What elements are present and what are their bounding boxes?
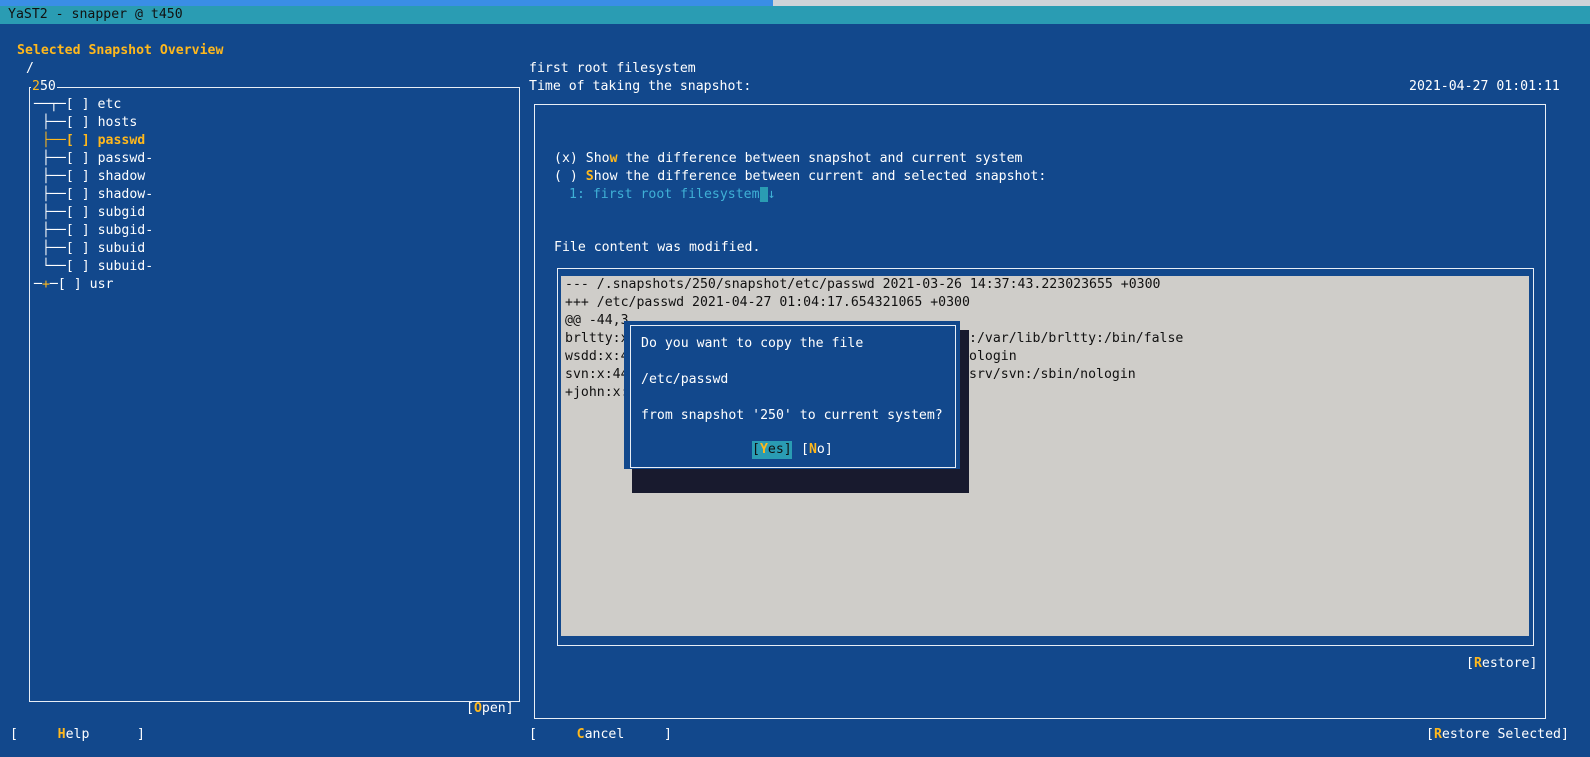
radio-mark[interactable]: (x) <box>554 151 578 166</box>
checkbox[interactable]: [ ] <box>66 187 90 202</box>
tree-item-label: hosts <box>97 115 138 130</box>
tree-item-subuid[interactable]: ├──[ ] subuid <box>42 240 145 258</box>
diff-line: @@ -44,3 <box>565 313 629 328</box>
restore-selected-button[interactable]: [Restore Selected] <box>1426 726 1569 744</box>
help-button[interactable]: [ Help ] <box>10 726 145 744</box>
tree-item-label: shadow <box>97 169 146 184</box>
diff-line: svn:x:44 <box>565 367 629 382</box>
open-button[interactable]: [Open] <box>466 700 514 718</box>
tree-item-label: etc <box>97 97 122 112</box>
dialog-line-3: from snapshot '250' to current system? <box>641 408 943 423</box>
window-titlebar: YaST2 - snapper @ t450 <box>0 6 1590 24</box>
checkbox[interactable]: [ ] <box>66 133 90 148</box>
checkbox[interactable]: [ ] <box>66 151 90 166</box>
tree-item-usr[interactable]: ─+─[ ] usr <box>34 276 113 294</box>
diff-line: +++ /etc/passwd 2021-04-27 01:04:17.6543… <box>565 295 970 310</box>
tree-item-subgid[interactable]: ├──[ ] subgid <box>42 204 145 222</box>
checkbox[interactable]: [ ] <box>58 277 82 292</box>
checkbox[interactable]: [ ] <box>66 241 90 256</box>
snapshot-time-value: 2021-04-27 01:01:11 <box>1409 79 1560 94</box>
radio-mark[interactable]: ( ) <box>554 169 578 184</box>
checkbox[interactable]: [ ] <box>66 205 90 220</box>
diff-line: wsdd:x:4 <box>565 349 629 364</box>
radio-show-current-vs-selected[interactable]: ( ) Show the difference between current … <box>554 168 1046 186</box>
tree-item-passwd-backup[interactable]: ├──[ ] passwd- <box>42 150 153 168</box>
current-path: / <box>26 61 34 76</box>
page-heading: Selected Snapshot Overview <box>17 43 224 58</box>
radio-show-snapshot-vs-current[interactable]: (x) Show the difference between snapshot… <box>554 150 1022 168</box>
snapshot-description: first root filesystem <box>529 61 696 76</box>
diff-line-tail: ologin <box>969 349 1017 364</box>
tree-item-label: subuid- <box>97 259 154 274</box>
tree-item-label: subgid- <box>97 223 154 238</box>
tree-item-hosts[interactable]: ├──[ ] hosts <box>42 114 137 132</box>
snapshot-time-label: Time of taking the snapshot: <box>529 79 752 94</box>
dialog-line-1: Do you want to copy the file <box>641 336 864 351</box>
restore-button[interactable]: [Restore] <box>1466 655 1537 673</box>
dialog-file-path: /etc/passwd <box>641 372 729 387</box>
tree-item-label: subgid <box>97 205 146 220</box>
tree-frame-label: 250 <box>31 78 57 96</box>
diff-line-tail: :/var/lib/brltty:/bin/false <box>969 331 1184 346</box>
tree-item-label: shadow- <box>97 187 154 202</box>
tree-item-label: passwd <box>97 133 146 148</box>
checkbox[interactable]: [ ] <box>66 97 90 112</box>
no-button[interactable]: [No] <box>801 441 833 459</box>
checkbox[interactable]: [ ] <box>66 223 90 238</box>
tree-item-label: passwd- <box>97 151 154 166</box>
cancel-button[interactable]: [ Cancel ] <box>529 726 672 744</box>
yes-button[interactable]: [Yes] <box>752 441 792 459</box>
diff-line: +john:x: <box>565 385 629 400</box>
checkbox[interactable]: [ ] <box>66 259 90 274</box>
tree-item-etc[interactable]: ──┬─[ ] etc <box>34 96 121 114</box>
checkbox[interactable]: [ ] <box>66 115 90 130</box>
checkbox[interactable]: [ ] <box>66 169 90 184</box>
chevron-down-icon[interactable]: ↓ <box>768 187 776 202</box>
diff-line: brltty:x <box>565 331 629 346</box>
tree-item-shadow-backup[interactable]: ├──[ ] shadow- <box>42 186 153 204</box>
tree-item-subuid-backup[interactable]: └──[ ] subuid- <box>42 258 153 276</box>
tree-item-shadow[interactable]: ├──[ ] shadow <box>42 168 145 186</box>
tree-item-label: usr <box>89 277 114 292</box>
status-text: File content was modified. <box>554 240 761 255</box>
diff-line-tail: srv/svn:/sbin/nologin <box>969 367 1136 382</box>
window-title: YaST2 - snapper @ t450 <box>8 7 183 22</box>
snapshot-combobox[interactable]: 1: first root filesystem_↓ <box>569 186 775 204</box>
tree-item-subgid-backup[interactable]: ├──[ ] subgid- <box>42 222 153 240</box>
tree-item-label: subuid <box>97 241 146 256</box>
diff-line: --- /.snapshots/250/snapshot/etc/passwd … <box>565 277 1161 292</box>
tree-item-passwd[interactable]: ├──[ ] passwd <box>42 132 145 150</box>
